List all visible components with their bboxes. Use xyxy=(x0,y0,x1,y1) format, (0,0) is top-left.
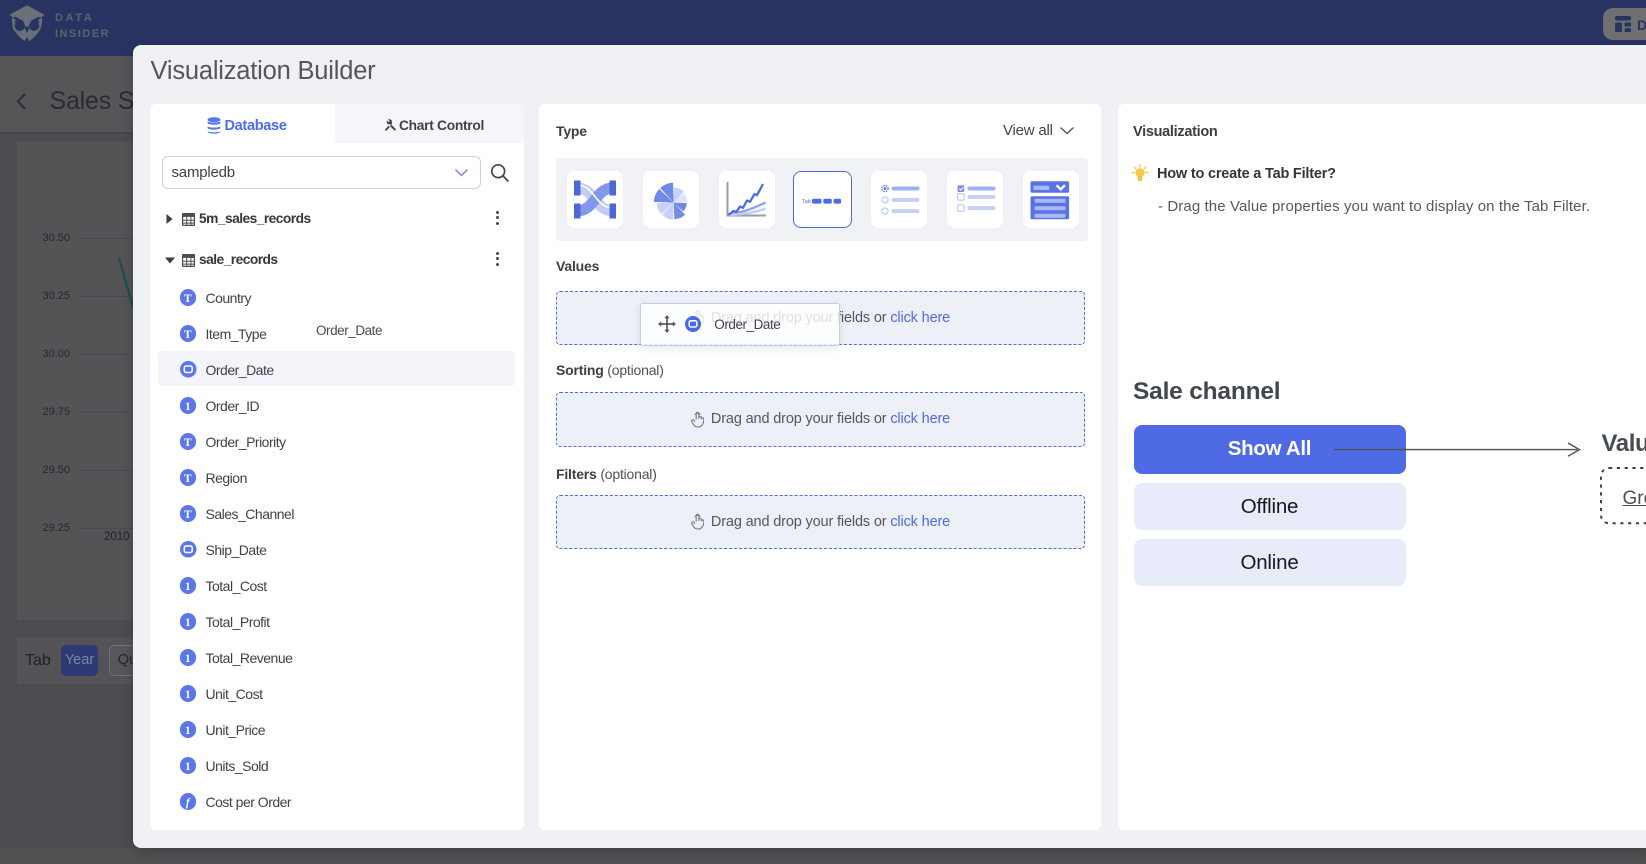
svg-text:Tab: Tab xyxy=(802,199,811,205)
